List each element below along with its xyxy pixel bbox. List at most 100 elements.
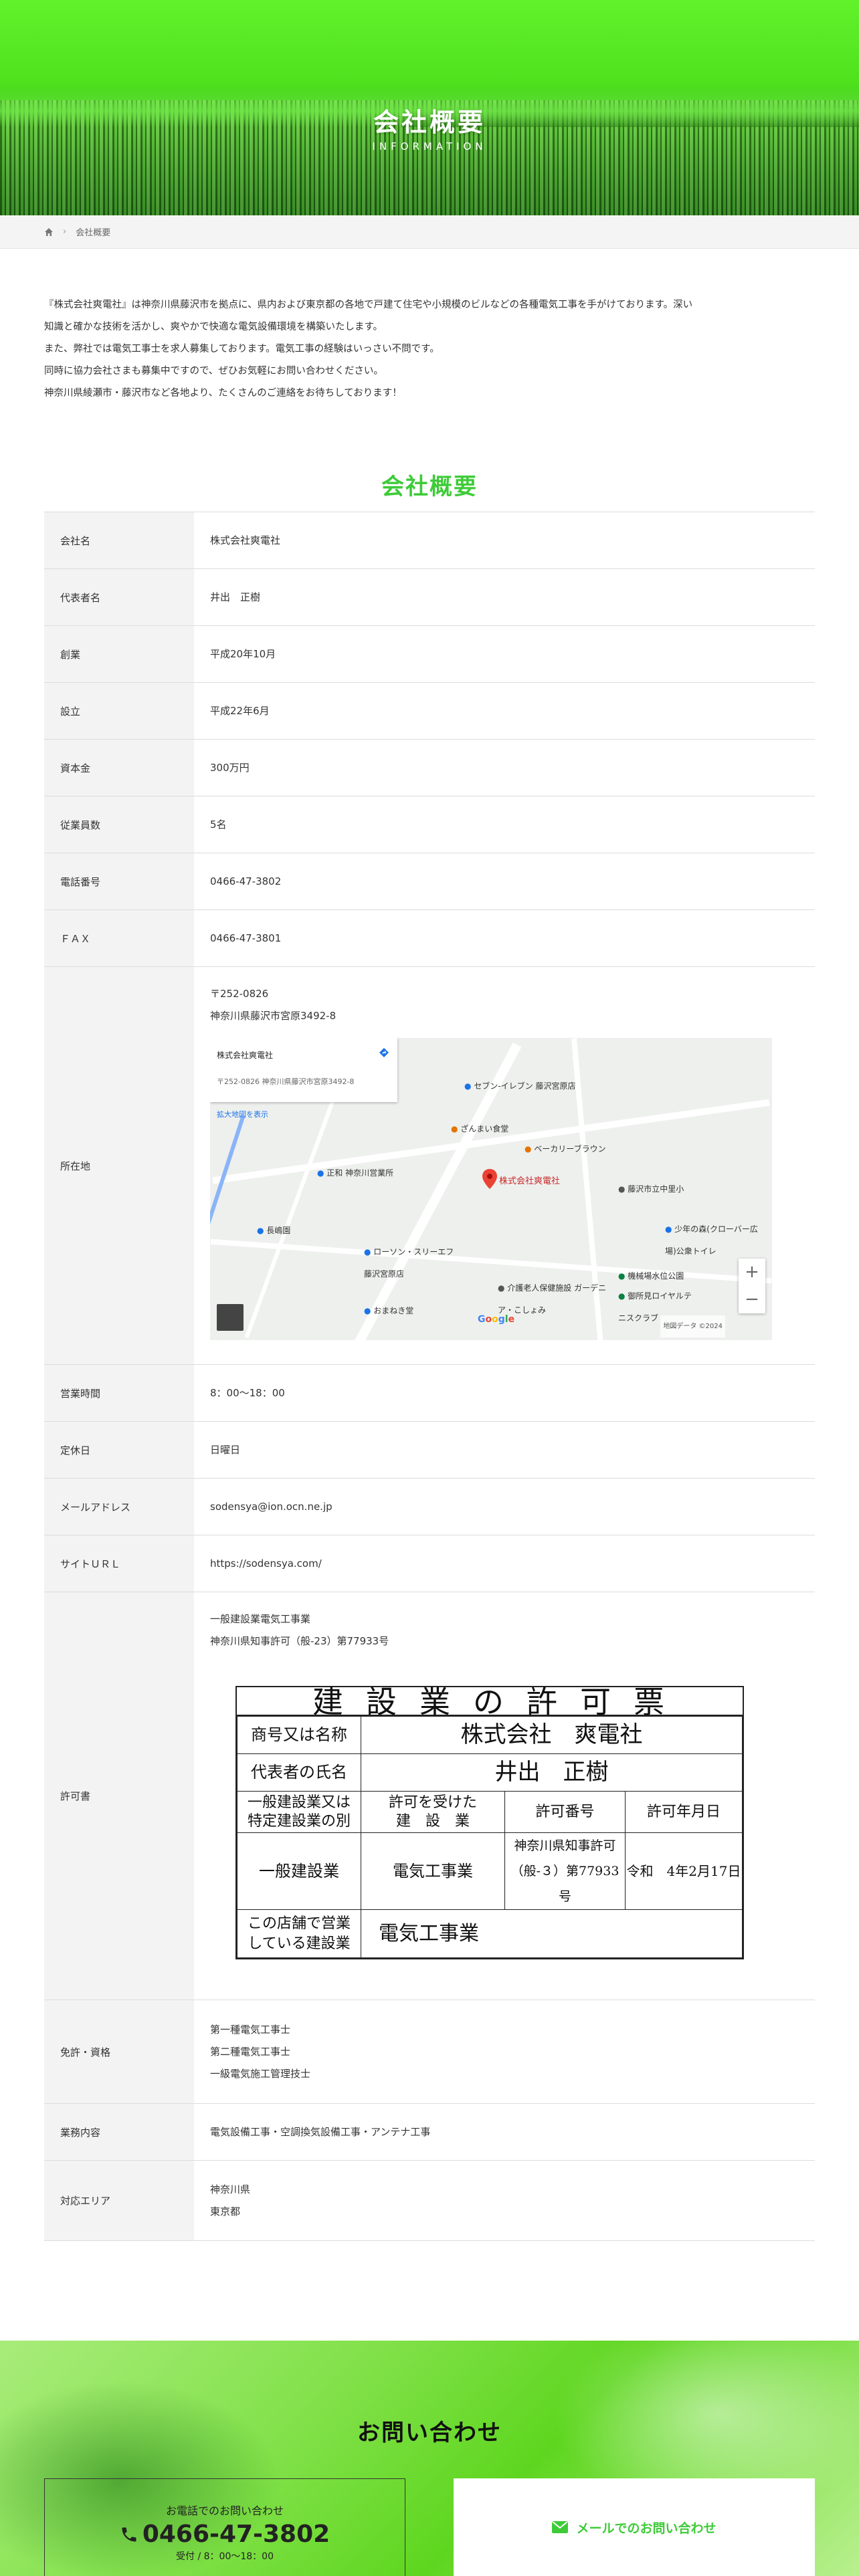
business-hours: 8：00〜18：00: [210, 1386, 285, 1399]
row-label: 代表者名: [44, 569, 194, 625]
street-view-icon[interactable]: [217, 1304, 244, 1331]
intro-line: 『株式会社爽電社』は神奈川県藤沢市を拠点に、県内および東京都の各地で戸建て住宅や…: [44, 300, 693, 310]
certificate-cell: 許可を受けた 建 設 業: [361, 1791, 505, 1833]
certificate-cell: 令和 4年2月17日: [625, 1832, 743, 1910]
page-subtitle: INFORMATION: [372, 140, 487, 152]
row-value: 8：00〜18：00: [194, 1365, 815, 1421]
table-row: 従業員数 5名: [44, 796, 815, 853]
row-label: 所在地: [44, 967, 194, 1364]
directions-icon[interactable]: [379, 1047, 389, 1058]
table-row: 業務内容 電気設備工事・空調換気設備工事・アンテナ工事: [44, 2104, 815, 2161]
phone-number-large[interactable]: 0466-47-3802: [45, 2520, 405, 2548]
zoom-in-icon[interactable]: +: [745, 1261, 759, 1283]
row-label: 業務内容: [44, 2104, 194, 2160]
map-footer: 地図データ ©2024: [660, 1315, 725, 1337]
intro-line: 知識と確かな技術を活かし、爽やかで快適な電気設備環境を構築いたします。: [44, 322, 383, 332]
row-label: 営業時間: [44, 1365, 194, 1421]
certificate-cell: 商号又は名称: [237, 1716, 361, 1754]
contact-section: お問い合わせ お電話でのお問い合わせ 0466-47-3802 受付 / 8：0…: [0, 2341, 859, 2576]
table-row: 設立 平成22年6月: [44, 683, 815, 740]
phone-caption: お電話でのお問い合わせ: [165, 2504, 284, 2517]
map-info-address: 〒252-0826 神奈川県藤沢市宮原3492-8: [217, 1077, 355, 1086]
row-value: 0466-47-3801: [194, 910, 815, 966]
intro-line: 同時に協力会社さまも募集中ですので、ぜひお気軽にお問い合わせください。: [44, 366, 383, 377]
map-poi: ● ざんまい食堂: [451, 1124, 509, 1134]
table-row: 対応エリア 神奈川県 東京都: [44, 2161, 815, 2241]
permit-line: 一般建設業電気工事業: [210, 1613, 311, 1625]
phone-contact-box[interactable]: お電話でのお問い合わせ 0466-47-3802 受付 / 8：00〜18：00: [44, 2478, 405, 2576]
established-date: 平成22年6月: [210, 704, 270, 717]
intro-text: 『株式会社爽電社』は神奈川県藤沢市を拠点に、県内および東京都の各地で戸建て住宅や…: [44, 294, 814, 405]
google-map[interactable]: 株式会社爽電社 〒252-0826 神奈川県藤沢市宮原3492-8 拡大地図を表…: [210, 1038, 772, 1340]
table-row: 会社名 株式会社爽電社: [44, 512, 815, 569]
map-pin-label: 株式会社爽電社: [499, 1176, 561, 1186]
row-label: メールアドレス: [44, 1479, 194, 1535]
row-value: 平成22年6月: [194, 683, 815, 739]
home-icon[interactable]: [44, 227, 54, 237]
row-label: 従業員数: [44, 796, 194, 853]
table-row: 電話番号 0466-47-3802: [44, 853, 815, 910]
map-poi: ● 正和 神奈川営業所: [317, 1168, 394, 1178]
row-value: 日曜日: [194, 1422, 815, 1478]
map-poi: ● おまねき堂: [364, 1306, 414, 1315]
map-zoom-control[interactable]: + −: [739, 1259, 765, 1313]
breadcrumb: › 会社概要: [0, 215, 859, 249]
row-label: 許可書: [44, 1592, 194, 2000]
row-value: 第一種電気工事士 第二種電気工事士 一級電気施工管理技士: [194, 2000, 815, 2103]
row-value: 5名: [194, 796, 815, 853]
area-item: 東京都: [210, 2205, 241, 2218]
map-poi: ● 介護老人保健施設 ガーデニア・こしょみ: [498, 1283, 607, 1315]
table-row: 免許・資格 第一種電気工事士 第二種電気工事士 一級電気施工管理技士: [44, 2000, 815, 2104]
email-contact-label: メールでのお問い合わせ: [576, 2520, 717, 2536]
site-url[interactable]: https://sodensya.com/: [210, 1553, 815, 1575]
section-title: 会社概要: [381, 473, 478, 500]
certificate-cell: 一般建設業又は 特定建設業の別: [237, 1791, 361, 1833]
table-row: 許可書 一般建設業電気工事業 神奈川県知事許可（般-23）第77933号 建設業…: [44, 1592, 815, 2000]
table-row: メールアドレス sodensya@ion.ocn.ne.jp: [44, 1479, 815, 1535]
zoom-out-icon[interactable]: −: [745, 1289, 759, 1311]
map-poi: ● 少年の森(クローバー広場)公衆トイレ: [665, 1224, 758, 1256]
license-item: 一級電気施工管理技士: [210, 2067, 311, 2080]
map-enlarge-link[interactable]: 拡大地図を表示: [217, 1103, 391, 1125]
table-row: 所在地 〒252-0826 神奈川県藤沢市宮原3492-8 株式会社爽電社 〒2…: [44, 967, 815, 1365]
row-label: 免許・資格: [44, 2000, 194, 2103]
map-poi: ● セブン-イレブン 藤沢宮原店: [464, 1081, 576, 1091]
row-value: 神奈川県 東京都: [194, 2161, 815, 2240]
map-poi: ● 藤沢市立中里小: [618, 1184, 684, 1194]
page-title: 会社概要: [373, 108, 486, 137]
row-value: 株式会社爽電社: [194, 512, 815, 568]
map-info-card: 株式会社爽電社 〒252-0826 神奈川県藤沢市宮原3492-8 拡大地図を表…: [210, 1038, 397, 1119]
email-contact-button[interactable]: メールでのお問い合わせ: [454, 2478, 815, 2576]
table-row: 代表者名 井出 正樹: [44, 569, 815, 626]
table-row: 定休日 日曜日: [44, 1422, 815, 1479]
row-value: https://sodensya.com/: [194, 1535, 815, 1592]
certificate-cell: 許可番号: [504, 1791, 626, 1833]
email-address[interactable]: sodensya@ion.ocn.ne.jp: [210, 1496, 815, 1518]
hero-banner: 会社概要 INFORMATION: [0, 0, 859, 215]
chevron-right-icon: ›: [63, 227, 67, 237]
phone-icon: [122, 2527, 136, 2541]
map-info-title: 株式会社爽電社: [217, 1051, 274, 1060]
certificate-cell: 許可年月日: [625, 1791, 743, 1833]
founded-date: 平成20年10月: [210, 647, 276, 660]
row-label: 電話番号: [44, 853, 194, 909]
fax-number: 0466-47-3801: [210, 932, 282, 944]
certificate-cell: この店舗で営業 している建設業: [237, 1909, 361, 1958]
certificate-table: 商号又は名称 株式会社 爽電社 代表者の氏名 井出 正樹 一般建設業又は 特定建…: [237, 1716, 743, 1958]
permit-certificate: 建設業の許可票 商号又は名称 株式会社 爽電社 代表者の氏名 井出 正樹 一般建…: [235, 1686, 744, 1959]
row-label: 対応エリア: [44, 2161, 194, 2240]
row-label: 創業: [44, 626, 194, 682]
certificate-cell: 株式会社 爽電社: [361, 1716, 743, 1754]
area-item: 神奈川県: [210, 2183, 251, 2195]
employee-count: 5名: [210, 818, 227, 831]
certificate-cell: 代表者の氏名: [237, 1753, 361, 1792]
certificate-cell: 電気工事業: [361, 1909, 743, 1958]
street-address: 神奈川県藤沢市宮原3492-8: [210, 1010, 337, 1022]
certificate-cell: 電気工事業: [361, 1832, 505, 1910]
phone-hours: 受付 / 8：00〜18：00: [176, 2551, 274, 2562]
row-label: サイトＵＲＬ: [44, 1535, 194, 1592]
table-row: サイトＵＲＬ https://sodensya.com/: [44, 1535, 815, 1592]
map-pin-icon[interactable]: [482, 1169, 497, 1189]
google-logo: Google: [478, 1314, 515, 1325]
row-value: 300万円: [194, 740, 815, 796]
